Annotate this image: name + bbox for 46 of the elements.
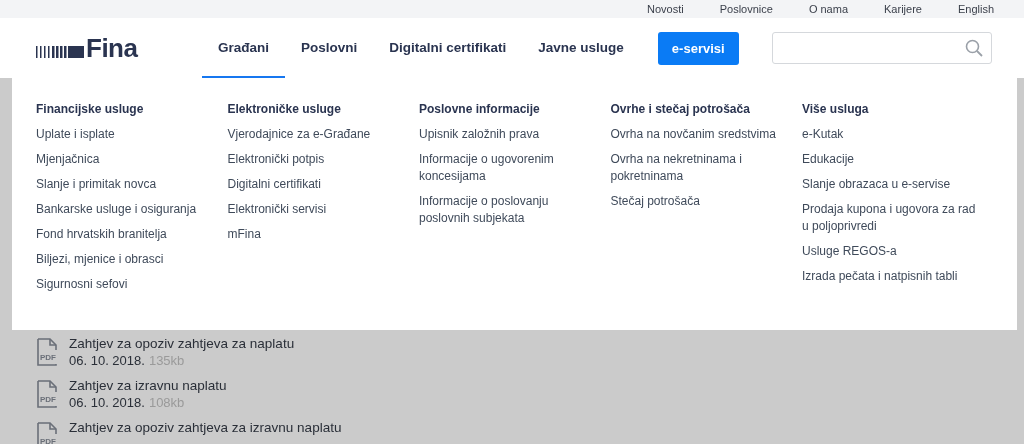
menu-column-heading: Više usluga xyxy=(802,102,869,116)
menu-link[interactable]: Mjenjačnica xyxy=(36,151,100,168)
top-link[interactable]: Novosti xyxy=(647,3,684,15)
menu-column-heading: Elektroničke usluge xyxy=(227,102,341,116)
top-link[interactable]: Karijere xyxy=(884,3,922,15)
menu-link[interactable]: Uplate i isplate xyxy=(36,126,115,143)
menu-link[interactable]: Informacije o poslovanju poslovnih subjekata xyxy=(419,193,599,227)
menu-link[interactable]: Prodaja kupona i ugovora za rad u poljoprivredi xyxy=(802,201,982,235)
menu-link[interactable]: Fond hrvatskih branitelja xyxy=(36,226,167,243)
menu-column-heading: Financijske usluge xyxy=(36,102,144,116)
e-services-button[interactable]: e-servisi xyxy=(657,31,739,65)
document-date: 06. 10. 2018. xyxy=(69,394,145,411)
menu-link[interactable]: mFina xyxy=(227,226,261,243)
top-link[interactable]: English xyxy=(957,3,994,15)
document-date: 06. 10. 2018. xyxy=(69,352,145,369)
top-link[interactable]: Poslovnice xyxy=(719,3,773,15)
menu-link[interactable]: Elektronički potpis xyxy=(227,151,325,168)
document-link[interactable]: Zahtjev za opoziv zahtjeva za naplatu xyxy=(69,335,295,352)
search-icon[interactable] xyxy=(965,39,983,57)
menu-link[interactable]: Slanje i primitak novca xyxy=(36,176,157,193)
nav-tab[interactable]: Javne usluge xyxy=(522,18,640,78)
logo[interactable]: Fina xyxy=(36,35,176,61)
menu-link[interactable]: Edukacije xyxy=(802,151,855,168)
menu-link[interactable]: e-Kutak xyxy=(802,126,844,143)
menu-link[interactable]: Digitalni certifikati xyxy=(227,176,321,193)
menu-link[interactable]: Biljezi, mjenice i obrasci xyxy=(36,251,164,268)
document-link[interactable]: Zahtjev za opoziv zahtjeva za izravnu naplatu xyxy=(69,419,342,436)
menu-link[interactable]: Slanje obrazaca u e-servise xyxy=(802,176,951,193)
menu-column-heading: Ovrhe i stečaj potrošača xyxy=(610,102,750,116)
menu-link[interactable]: Sigurnosni sefovi xyxy=(36,276,128,293)
nav-tab[interactable]: Poslovni xyxy=(285,18,374,78)
menu-link[interactable]: Vjerodajnice za e-Građane xyxy=(227,126,371,143)
menu-link[interactable]: Ovrha na novčanim sredstvima xyxy=(610,126,776,143)
menu-link[interactable]: Elektronički servisi xyxy=(227,201,327,218)
menu-link[interactable]: Informacije o ugovorenim koncesijama xyxy=(419,151,599,185)
nav-tab[interactable]: Digitalni certifikati xyxy=(373,18,523,78)
search-field[interactable] xyxy=(772,32,992,64)
menu-column-heading: Poslovne informacije xyxy=(419,102,540,116)
menu-link[interactable]: Ovrha na nekretninama i pokretninama xyxy=(610,151,790,185)
menu-link[interactable]: Stečaj potrošača xyxy=(610,193,700,210)
menu-link[interactable]: Upisnik založnih prava xyxy=(419,126,540,143)
menu-link[interactable]: Bankarske usluge i osiguranja xyxy=(36,201,197,218)
document-link[interactable]: Zahtjev za izravnu naplatu xyxy=(69,377,227,394)
menu-link[interactable]: Usluge REGOS-a xyxy=(802,243,897,260)
menu-link[interactable]: Izrada pečata i natpisnih tabli xyxy=(802,268,958,285)
top-link[interactable]: O nama xyxy=(808,3,848,15)
